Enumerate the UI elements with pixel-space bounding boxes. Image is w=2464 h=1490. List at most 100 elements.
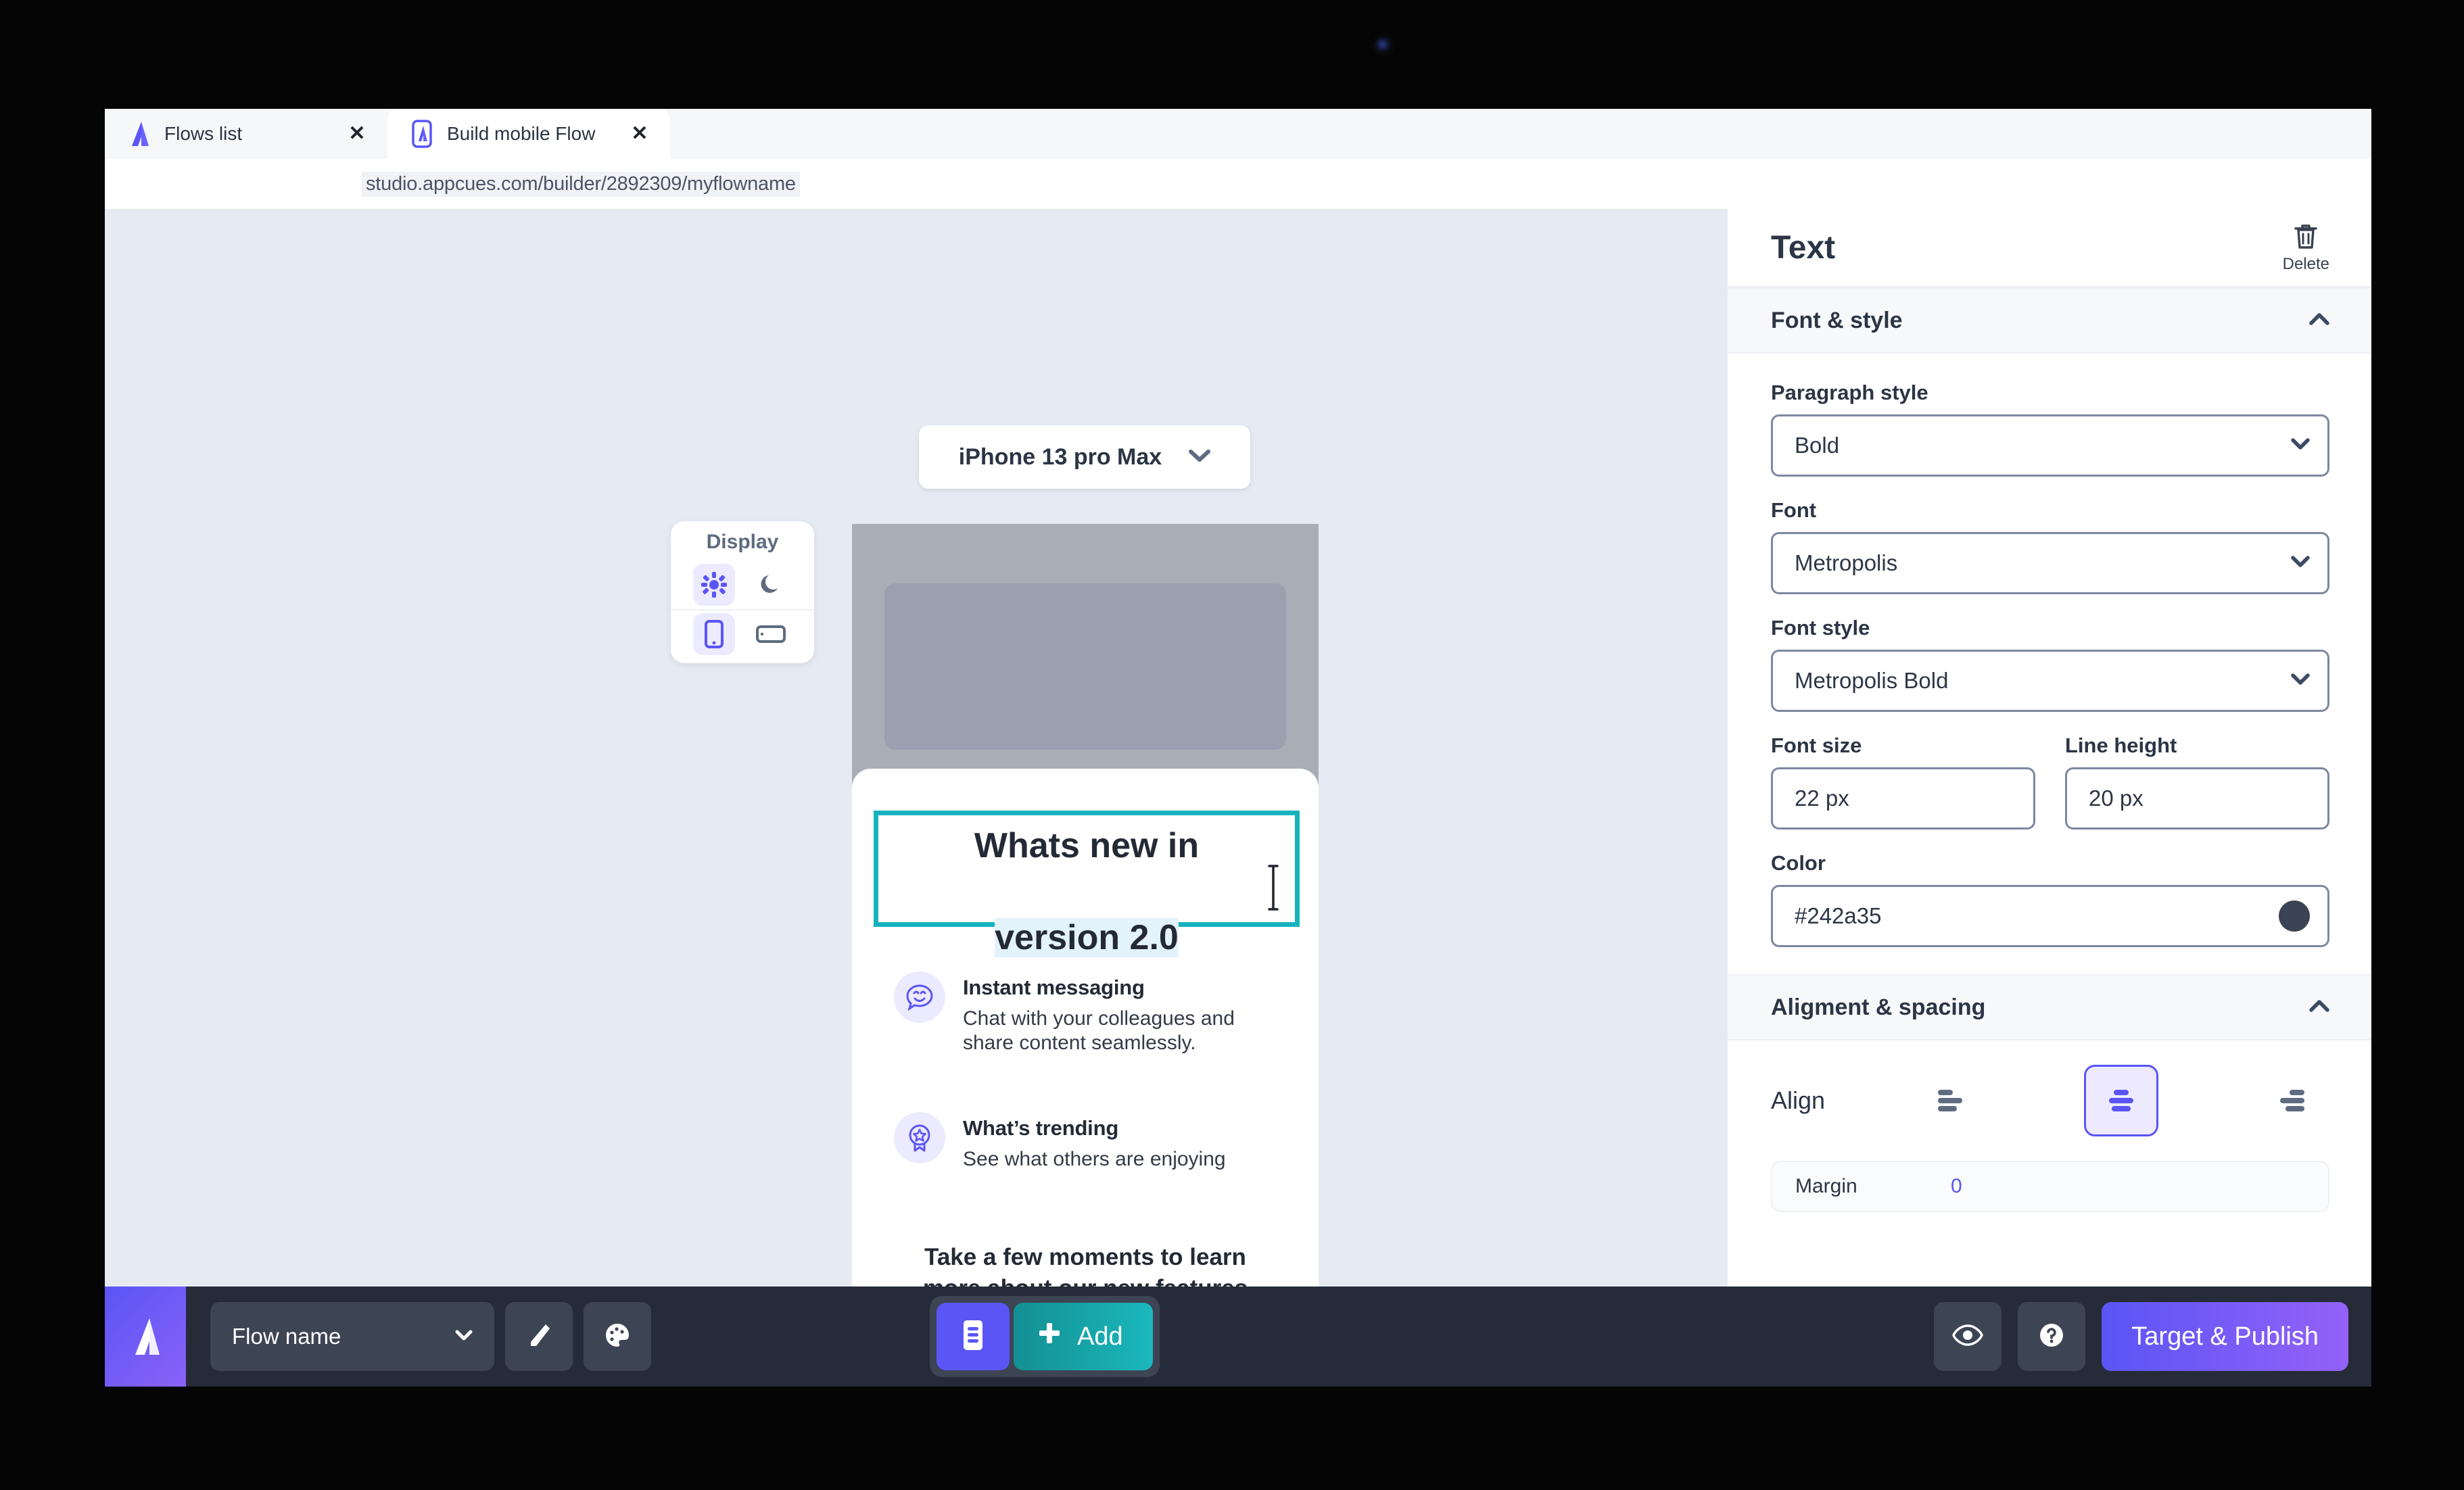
font-size-input[interactable]: 22 px bbox=[1771, 767, 2035, 830]
headline-line-2: version 2.0 bbox=[995, 918, 1179, 957]
laptop-bezel: Flows list ✕ Build mobile Flow ✕ studio.… bbox=[0, 0, 2464, 1490]
url-text: studio.appcues.com/builder/2892309/myflo… bbox=[362, 171, 800, 197]
theme-button[interactable] bbox=[584, 1302, 651, 1371]
display-panel: Display bbox=[671, 521, 814, 663]
browser-tab-build-mobile-flow[interactable]: Build mobile Flow ✕ bbox=[387, 109, 670, 159]
browser-tab-strip: Flows list ✕ Build mobile Flow ✕ bbox=[105, 109, 2371, 159]
line-height-value: 20 px bbox=[2089, 786, 2143, 811]
toolbar-center-group: Add bbox=[930, 1296, 1160, 1377]
toolbar-left-group: Flow name bbox=[186, 1302, 651, 1371]
field-font: Font Metropolis bbox=[1728, 498, 2371, 594]
section-title: Font & style bbox=[1771, 307, 1903, 333]
browser-address-bar[interactable]: studio.appcues.com/builder/2892309/myflo… bbox=[105, 159, 2371, 209]
field-label: Line height bbox=[2065, 734, 2177, 757]
font-select[interactable]: Metropolis bbox=[1771, 532, 2329, 594]
add-button[interactable]: Add bbox=[1014, 1303, 1153, 1370]
field-row-size-lineheight: Font size 22 px Line height 20 px bbox=[1728, 734, 2371, 830]
margin-row[interactable]: Margin 0 bbox=[1771, 1161, 2329, 1212]
browser-tab-flows-list[interactable]: Flows list ✕ bbox=[105, 109, 387, 159]
chevron-down-icon bbox=[2291, 437, 2310, 454]
color-input[interactable]: #242a35 bbox=[1771, 885, 2329, 947]
trash-icon bbox=[2293, 222, 2319, 254]
flow-name-value: Flow name bbox=[232, 1324, 341, 1349]
align-left-button[interactable] bbox=[1913, 1065, 1987, 1136]
close-icon[interactable]: ✕ bbox=[346, 122, 369, 145]
target-and-publish-button[interactable]: Target & Publish bbox=[2102, 1302, 2348, 1371]
color-value: #242a35 bbox=[1795, 903, 1882, 928]
edit-flow-button[interactable] bbox=[505, 1302, 573, 1371]
skeleton-placeholder bbox=[884, 583, 1286, 750]
flow-name-dropdown[interactable]: Flow name bbox=[210, 1302, 494, 1371]
font-style-value: Metropolis Bold bbox=[1795, 668, 1949, 693]
browser-window: Flows list ✕ Build mobile Flow ✕ studio.… bbox=[105, 109, 2371, 1387]
headline-text: Whats new in version 2.0 bbox=[974, 777, 1199, 961]
field-label: Paragraph style bbox=[1771, 381, 1928, 404]
headline-line-1: Whats new in bbox=[974, 826, 1200, 865]
phone-portrait-button[interactable] bbox=[693, 613, 735, 655]
add-group: Add bbox=[930, 1296, 1160, 1377]
webcam-icon bbox=[1375, 37, 1392, 54]
delete-button[interactable]: Delete bbox=[2283, 222, 2329, 274]
display-orientation-row bbox=[671, 609, 814, 658]
field-label: Color bbox=[1771, 851, 1826, 875]
margin-value: 0 bbox=[1951, 1175, 1962, 1197]
text-cursor-icon bbox=[1263, 863, 1283, 912]
mobile-flow-icon bbox=[410, 120, 433, 148]
chevron-down-icon bbox=[455, 1329, 473, 1345]
align-center-button[interactable] bbox=[2084, 1065, 2158, 1136]
page-title: Text bbox=[1771, 229, 1836, 266]
feature-description: Chat with your colleagues and share cont… bbox=[963, 1007, 1235, 1054]
feature-text: What’s trending See what others are enjo… bbox=[963, 1112, 1226, 1172]
phone-landscape-button[interactable] bbox=[750, 613, 792, 655]
pencil-icon bbox=[525, 1322, 552, 1352]
device-picker-dropdown[interactable]: iPhone 13 pro Max bbox=[919, 425, 1250, 489]
palette-icon bbox=[604, 1322, 631, 1352]
browser-tab-title: Build mobile Flow bbox=[447, 123, 596, 144]
align-label: Align bbox=[1771, 1086, 1826, 1114]
light-mode-button[interactable] bbox=[693, 564, 735, 606]
margin-label: Margin bbox=[1795, 1175, 1857, 1197]
builder-canvas: iPhone 13 pro Max Display Whats new in v… bbox=[105, 209, 1728, 1387]
font-style-select[interactable]: Metropolis Bold bbox=[1771, 650, 2329, 712]
field-color: Color #242a35 bbox=[1728, 851, 2371, 947]
question-circle-icon bbox=[2038, 1322, 2065, 1352]
feature-row: What’s trending See what others are enjo… bbox=[894, 1112, 1286, 1172]
device-picker-value: iPhone 13 pro Max bbox=[958, 443, 1162, 470]
align-right-button[interactable] bbox=[2255, 1065, 2329, 1136]
display-theme-row bbox=[671, 560, 814, 609]
close-icon[interactable]: ✕ bbox=[628, 122, 651, 145]
inspector-panel: Text Delete Font & style Paragraph style… bbox=[1728, 209, 2371, 1387]
field-paragraph-style: Paragraph style Bold bbox=[1728, 381, 2371, 477]
delete-label: Delete bbox=[2282, 254, 2329, 273]
appcues-logo-icon[interactable] bbox=[105, 1287, 186, 1387]
chevron-down-icon bbox=[1189, 449, 1211, 466]
bottom-toolbar: Flow name Add Target & Publish bbox=[105, 1287, 2371, 1387]
inspector-header: Text Delete bbox=[1728, 209, 2371, 287]
preview-button[interactable] bbox=[1934, 1302, 2002, 1371]
chevron-down-icon bbox=[2291, 555, 2310, 571]
field-label: Font size bbox=[1771, 734, 1862, 757]
field-line-height: Line height 20 px bbox=[2065, 734, 2329, 830]
color-swatch[interactable] bbox=[2279, 900, 2310, 932]
toolbar-right-group: Target & Publish bbox=[1934, 1302, 2348, 1371]
font-size-value: 22 px bbox=[1795, 786, 1849, 811]
feature-title: What’s trending bbox=[963, 1116, 1119, 1140]
plus-icon bbox=[1037, 1320, 1062, 1353]
section-header-alignment-spacing[interactable]: Aligment & spacing bbox=[1728, 974, 2371, 1040]
help-button[interactable] bbox=[2018, 1302, 2086, 1371]
paragraph-style-value: Bold bbox=[1795, 433, 1840, 458]
headline-text-block[interactable]: Whats new in version 2.0 bbox=[874, 811, 1300, 957]
field-font-style: Font style Metropolis Bold bbox=[1728, 616, 2371, 712]
feature-description: See what others are enjoying bbox=[963, 1148, 1226, 1170]
align-control-row: Align bbox=[1728, 1065, 2371, 1136]
feature-text: Instant messaging Chat with your colleag… bbox=[963, 971, 1235, 1055]
line-height-input[interactable]: 20 px bbox=[2065, 767, 2329, 830]
layers-card-icon bbox=[959, 1318, 987, 1355]
display-panel-title: Display bbox=[706, 531, 779, 553]
section-header-font-style[interactable]: Font & style bbox=[1728, 287, 2371, 354]
dark-mode-button[interactable] bbox=[750, 564, 792, 606]
section-title: Aligment & spacing bbox=[1771, 994, 1986, 1020]
chevron-down-icon bbox=[2291, 673, 2310, 689]
layers-button[interactable] bbox=[937, 1303, 1010, 1370]
paragraph-style-select[interactable]: Bold bbox=[1771, 414, 2329, 477]
